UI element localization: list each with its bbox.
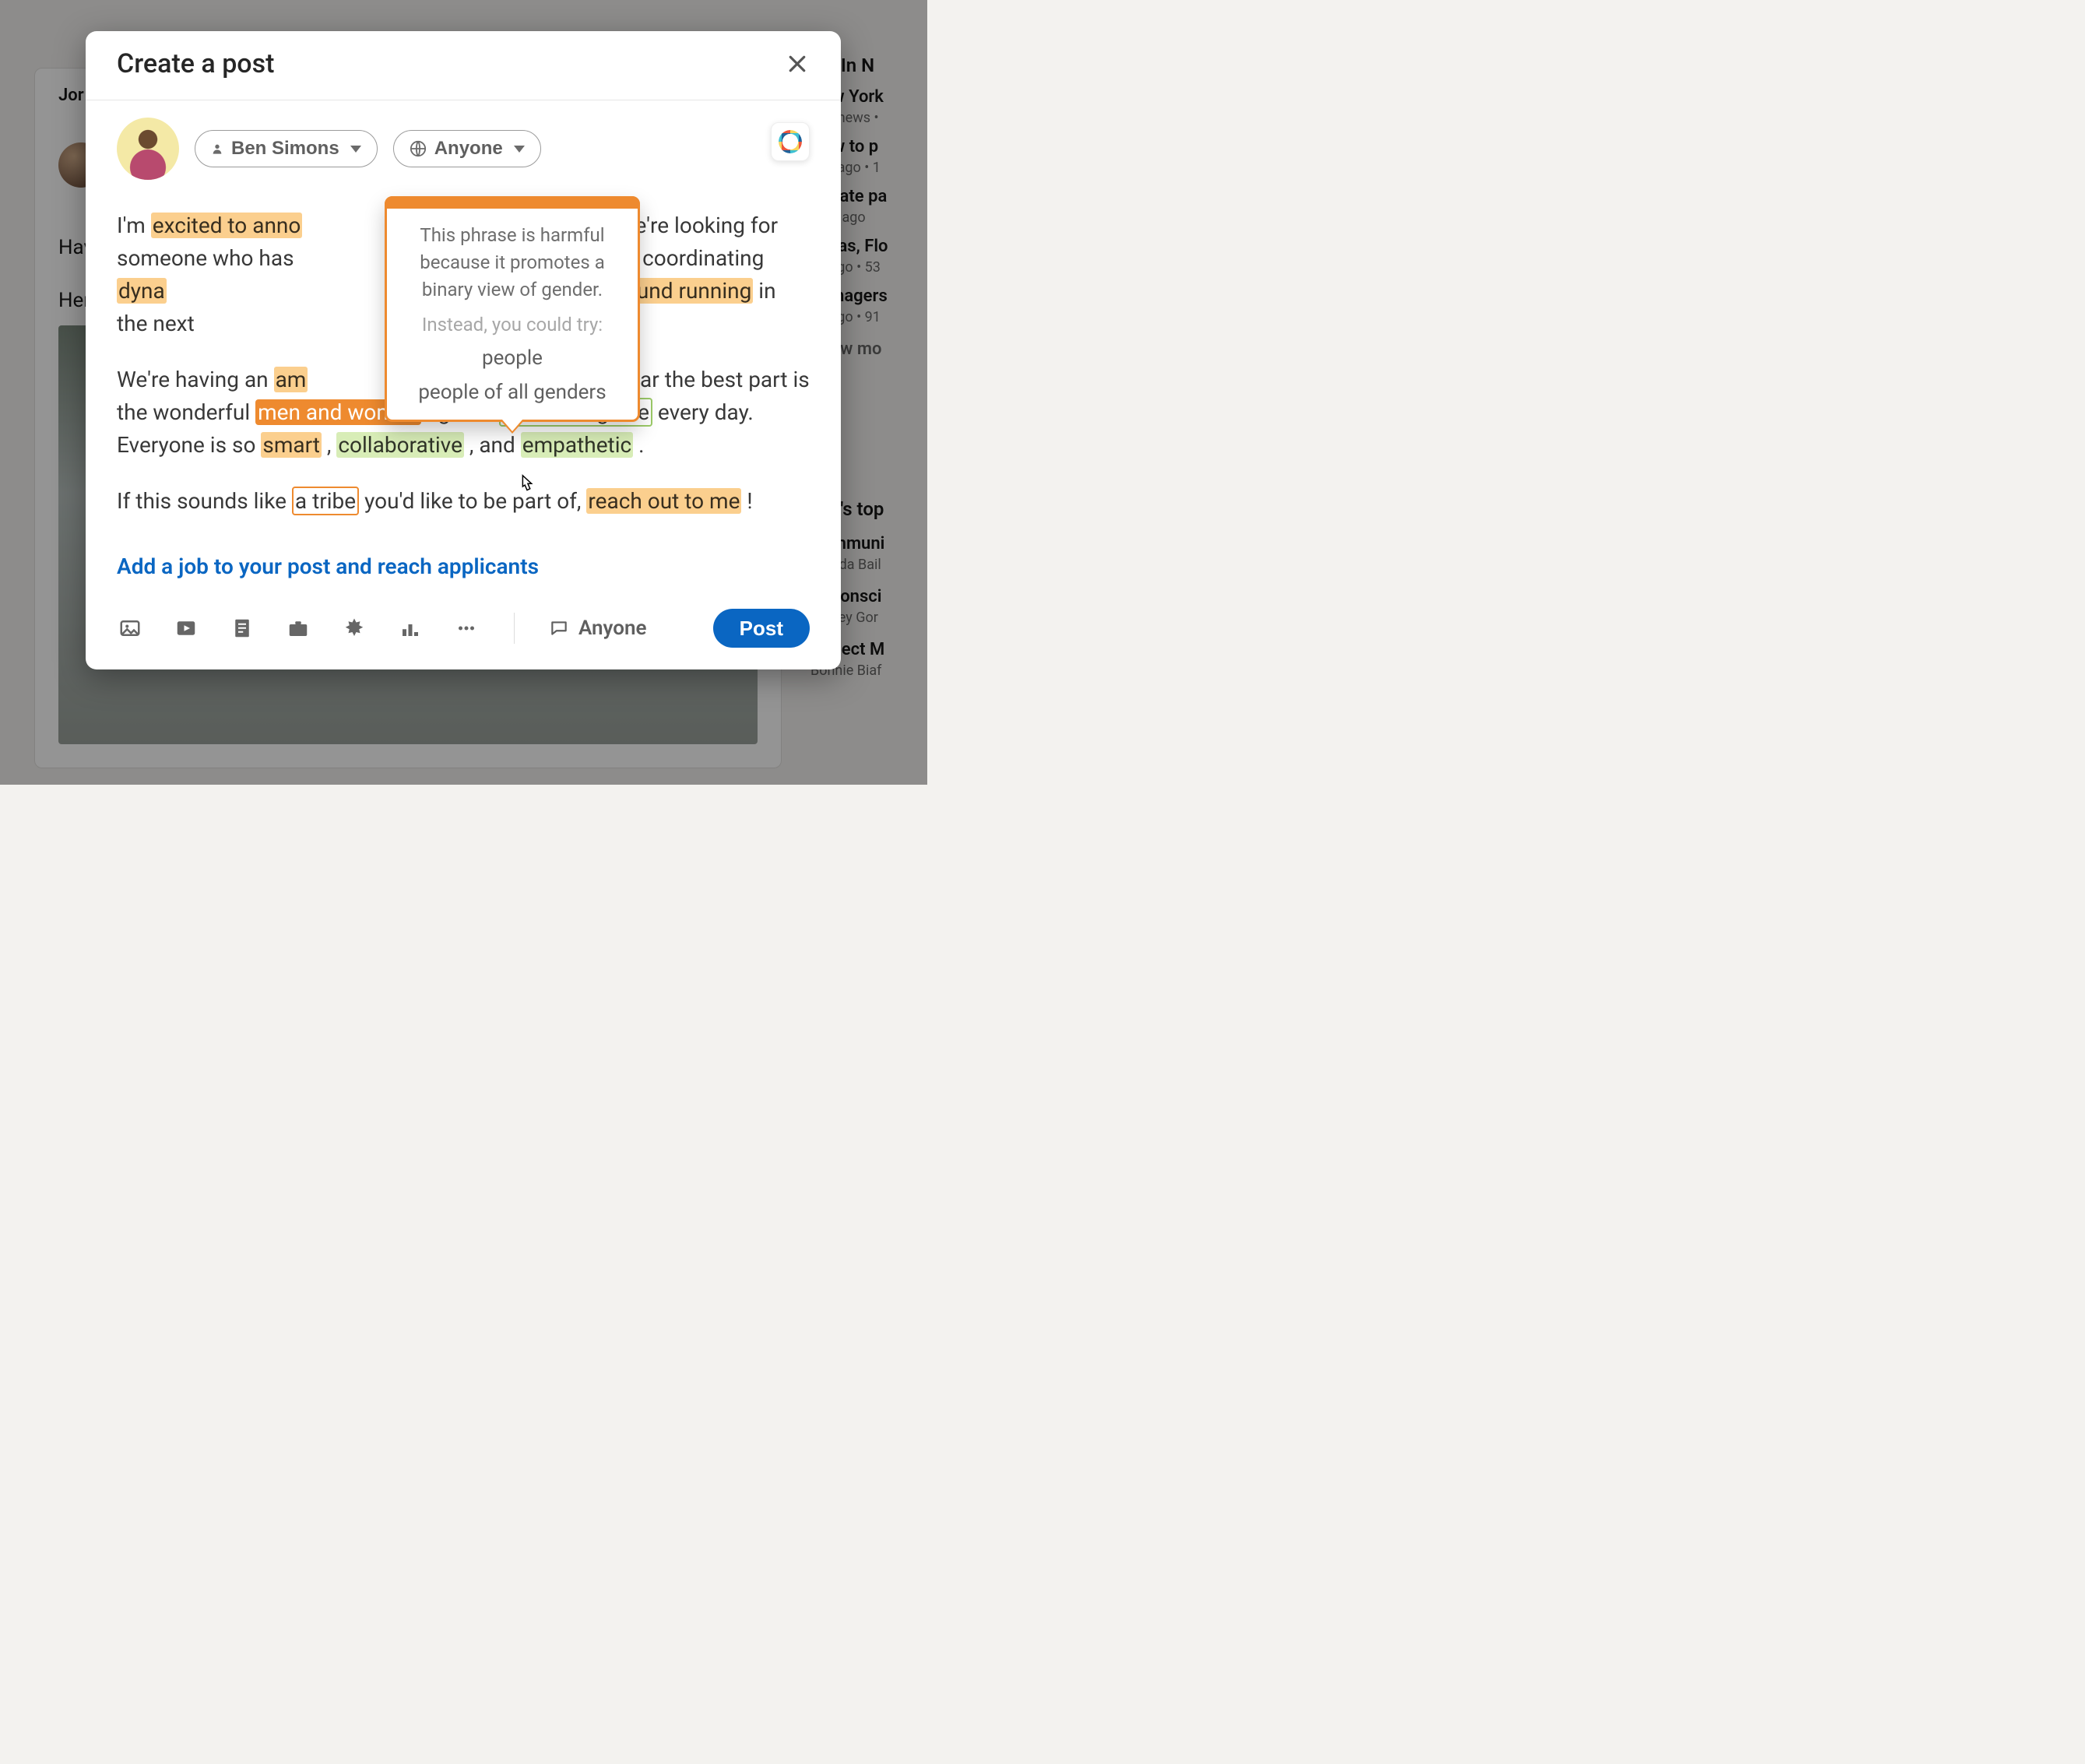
video-icon: [174, 617, 198, 640]
celebrate-button[interactable]: [341, 615, 367, 641]
globe-icon: [410, 140, 427, 157]
author-selector[interactable]: Ben Simons: [195, 130, 378, 167]
popover-arrow: [500, 420, 525, 434]
highlight-jargon-dynamic[interactable]: dyna: [117, 278, 167, 304]
writing-assistant-chip[interactable]: [771, 122, 810, 161]
modal-title: Create a post: [117, 48, 274, 79]
close-button[interactable]: [782, 48, 813, 79]
highlight-jargon-reach-out[interactable]: reach out to me: [586, 488, 741, 514]
post-button[interactable]: Post: [713, 609, 810, 648]
highlight-jargon-amazing[interactable]: am: [274, 367, 308, 392]
add-document-button[interactable]: [229, 615, 255, 641]
highlight-positive-empathetic[interactable]: empathetic: [521, 432, 633, 458]
comment-audience-button[interactable]: Anyone: [549, 617, 647, 640]
highlight-jargon-excited[interactable]: excited to anno: [151, 213, 303, 238]
person-icon: [211, 142, 223, 156]
text-run: We're having an: [117, 367, 274, 392]
close-icon: [786, 52, 809, 76]
document-icon: [230, 617, 254, 640]
highlight-positive-collaborative[interactable]: collaborative: [336, 432, 464, 458]
chevron-down-icon: [350, 146, 361, 153]
highlight-jargon-smart[interactable]: smart: [261, 432, 322, 458]
text-run: !: [747, 488, 752, 514]
add-job-link[interactable]: Add a job to your post and reach applica…: [86, 549, 841, 595]
text-run: I'm: [117, 213, 151, 238]
add-image-button[interactable]: [117, 615, 143, 641]
highlight-jargon-tribe[interactable]: a tribe: [292, 487, 359, 515]
author-avatar[interactable]: [117, 118, 179, 180]
attachment-toolbar: [117, 615, 480, 641]
comment-icon: [549, 618, 569, 638]
assistant-ring-icon: [779, 130, 802, 153]
text-run: If this sounds like: [117, 488, 292, 514]
starburst-icon: [343, 617, 366, 640]
popover-message: This phrase is harmful because it promot…: [406, 222, 619, 303]
create-poll-button[interactable]: [397, 615, 424, 641]
create-post-modal: Create a post Ben Simons Anyone: [86, 31, 841, 669]
text-run: ,: [327, 432, 336, 458]
popover-try-label: Instead, you could try:: [406, 314, 619, 336]
author-name-label: Ben Simons: [231, 138, 339, 160]
ellipsis-icon: [455, 617, 478, 640]
author-row: Ben Simons Anyone: [86, 100, 841, 186]
add-job-button[interactable]: [285, 615, 311, 641]
audience-selector[interactable]: Anyone: [393, 130, 541, 167]
image-icon: [118, 617, 142, 640]
suggestion-popover: This phrase is harmful because it promot…: [385, 196, 640, 422]
footer-audience-label: Anyone: [578, 617, 647, 640]
footer-divider: [514, 613, 515, 644]
text-run: , and: [469, 432, 521, 458]
modal-header: Create a post: [86, 31, 841, 100]
chevron-down-icon: [514, 146, 525, 153]
add-video-button[interactable]: [173, 615, 199, 641]
more-options-button[interactable]: [453, 615, 480, 641]
modal-footer: Anyone Post: [86, 595, 841, 669]
bar-chart-icon: [399, 617, 422, 640]
briefcase-icon: [287, 617, 310, 640]
post-paragraph-3: If this sounds like a tribe you'd like t…: [117, 485, 810, 518]
suggestion-option[interactable]: people of all genders: [406, 381, 619, 404]
popover-accent-bar: [385, 196, 640, 209]
audience-label: Anyone: [434, 138, 503, 160]
suggestion-option[interactable]: people: [406, 346, 619, 370]
text-run: you'd like to be part of,: [364, 488, 586, 514]
text-run: .: [638, 432, 644, 458]
